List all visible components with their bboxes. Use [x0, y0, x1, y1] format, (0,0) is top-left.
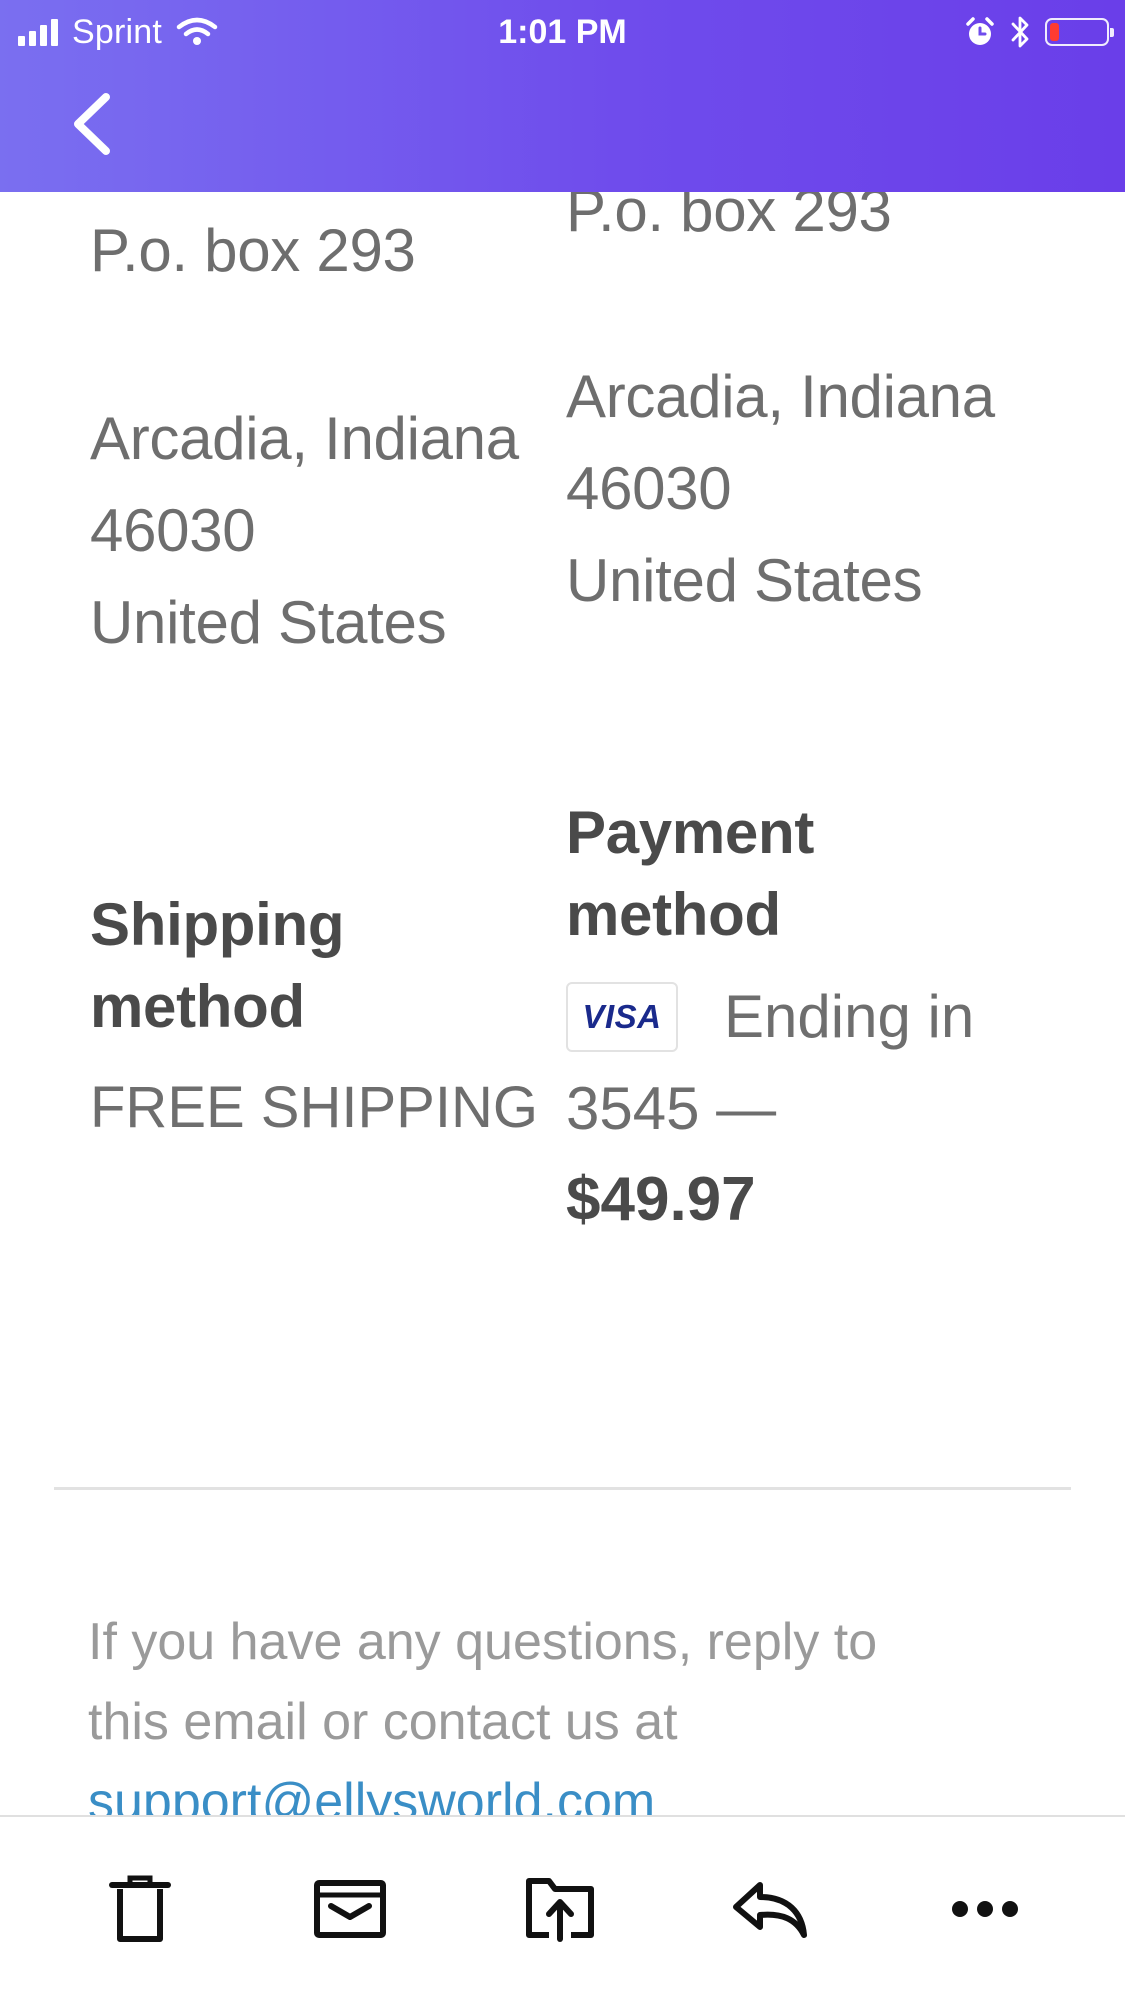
chevron-left-icon [74, 93, 110, 155]
shipping-address-zip: 46030 [90, 497, 256, 564]
folder-move-icon [526, 1878, 594, 1942]
shipping-method-heading-line2: method [90, 973, 305, 1040]
card-ending-label: Ending in [724, 983, 975, 1050]
status-bar-right [965, 10, 1114, 54]
shipping-method-heading-line1: Shipping [90, 891, 345, 958]
archive-icon [314, 1880, 386, 1938]
shipping-address-city-state: Arcadia, Indiana [90, 405, 519, 472]
payment-method-heading-line2: method [566, 881, 781, 948]
help-text-line1: If you have any questions, reply to [88, 1613, 878, 1671]
payment-method-heading-line1: Payment [566, 799, 815, 866]
back-button[interactable] [68, 92, 118, 156]
battery-icon [1045, 18, 1114, 46]
support-email-link[interactable]: support@ellysworld.com [88, 1772, 655, 1815]
help-text-line2: this email or contact us at [88, 1693, 678, 1751]
delete-button[interactable] [95, 1869, 185, 1949]
shipping-method-heading: Shipping method [90, 884, 345, 1048]
reply-icon [733, 1882, 807, 1938]
move-button[interactable] [515, 1869, 605, 1949]
billing-address-zip: 46030 [566, 455, 732, 522]
section-divider [54, 1487, 1071, 1490]
billing-address-country: United States [566, 547, 923, 614]
payment-amount: $49.97 [566, 1165, 756, 1234]
shipping-address-country: United States [90, 589, 447, 656]
status-time: 1:01 PM [498, 13, 627, 51]
billing-address-city-state: Arcadia, Indiana [566, 363, 995, 430]
archive-button[interactable] [305, 1869, 395, 1949]
visa-card-icon: VISA [566, 982, 678, 1052]
shipping-address-line1: P.o. box 293 [90, 217, 416, 284]
card-brand-label: VISA [582, 998, 662, 1035]
app-header: Sprint 1:01 PM [0, 0, 1125, 192]
bluetooth-icon [1011, 16, 1029, 48]
payment-method-heading: Payment method [566, 792, 814, 956]
card-last4: 3545 — [566, 1075, 777, 1142]
bottom-toolbar [0, 1815, 1125, 2001]
alarm-icon [966, 17, 994, 45]
shipping-method-value: FREE SHIPPING [90, 1075, 538, 1140]
reply-button[interactable] [725, 1869, 815, 1949]
more-icon [952, 1901, 1018, 1917]
more-button[interactable] [940, 1869, 1030, 1949]
email-body: P.o. box 293 Arcadia, Indiana 46030 Unit… [0, 0, 1125, 1815]
trash-icon [109, 1875, 171, 1942]
